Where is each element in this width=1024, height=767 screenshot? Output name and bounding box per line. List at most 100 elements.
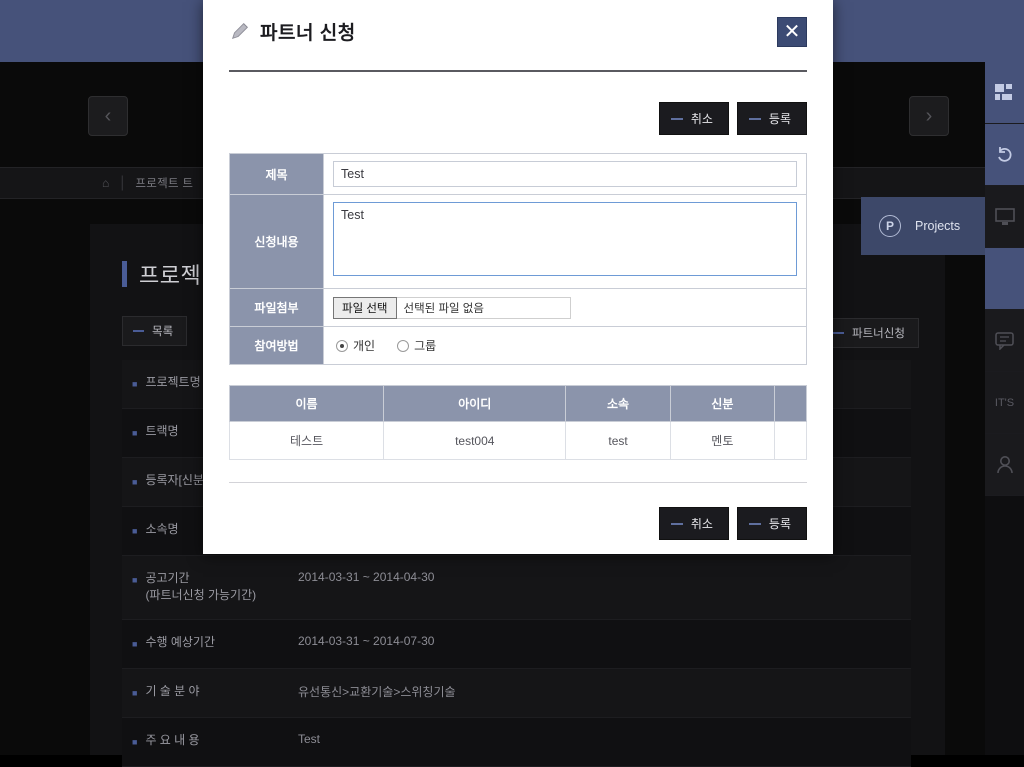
form-row-join-method: 참여방법 개인 그룹	[230, 327, 807, 365]
radio-option-individual[interactable]: 개인	[336, 337, 375, 354]
chat-icon	[995, 332, 1015, 350]
rail-item-grid[interactable]	[985, 62, 1024, 124]
form-row-content: 신청내용 Test	[230, 195, 807, 289]
detail-row-label-text: 등록자[신분]	[145, 472, 207, 492]
rail-item-its[interactable]: IT'S	[985, 372, 1024, 434]
cancel-label: 취소	[691, 110, 713, 127]
bullet-icon: ■	[132, 423, 137, 443]
detail-row: ■ 수행 예상기간 2014-03-31 ~ 2014-07-30	[122, 620, 911, 669]
cancel-button-top[interactable]: 취소	[659, 102, 729, 135]
bullet-icon: ■	[132, 472, 137, 492]
carousel-prev-arrow[interactable]: ‹	[88, 96, 128, 136]
detail-row-label: ■ 기 술 분 야	[122, 669, 282, 717]
detail-row: ■주 요 내 용Test	[122, 718, 911, 767]
detail-row-label-text: 소속명	[145, 521, 178, 541]
detail-row-label: ■공고기간(파트너신청 가능기간)	[122, 556, 282, 619]
table-cell: test	[566, 422, 670, 460]
radio-label-group: 그룹	[414, 337, 436, 354]
radio-option-group[interactable]: 그룹	[397, 337, 436, 354]
dash-icon	[671, 118, 683, 120]
table-cell: 멘토	[670, 422, 774, 460]
title-field-label: 제목	[230, 154, 324, 195]
bullet-icon: ■	[132, 521, 137, 541]
projects-flyout[interactable]: P Projects	[861, 197, 985, 255]
rail-item-chat[interactable]	[985, 310, 1024, 372]
bullet-icon: ■	[132, 634, 137, 654]
detail-row-label: ■ 수행 예상기간	[122, 620, 282, 668]
table-header-cell-action	[775, 386, 807, 422]
form-row-title: 제목	[230, 154, 807, 195]
submit-button-bottom[interactable]: 등록	[737, 507, 807, 540]
rail-item-undo[interactable]	[985, 124, 1024, 186]
table-header-row: 이름아이디소속신분	[230, 386, 807, 422]
partner-apply-label: 파트너신청	[852, 325, 905, 341]
list-button[interactable]: 목록	[122, 316, 187, 346]
table-header-cell: 아이디	[384, 386, 566, 422]
detail-row-label-text: 프로젝트명	[145, 374, 200, 394]
close-icon[interactable]: ✕	[777, 17, 807, 47]
radio-label-individual: 개인	[353, 337, 375, 354]
home-icon[interactable]: ⌂	[102, 176, 109, 190]
bullet-icon: ■	[132, 683, 137, 703]
projects-circle-p-icon: P	[879, 215, 901, 237]
table-header-cell: 신분	[670, 386, 774, 422]
detail-row-label: ■주 요 내 용	[122, 718, 282, 766]
file-input[interactable]: 파일 선택 선택된 파일 없음	[333, 297, 571, 319]
submit-button-top[interactable]: 등록	[737, 102, 807, 135]
projects-flyout-label: Projects	[915, 219, 960, 233]
join-method-radio-group: 개인 그룹	[333, 334, 797, 357]
partner-apply-button[interactable]: 파트너신청	[822, 318, 919, 348]
breadcrumb-label[interactable]: 프로젝트 트	[135, 175, 193, 191]
detail-row-label-text: 트랙명	[145, 423, 178, 443]
detail-row-value: 2014-03-31 ~ 2014-07-30	[282, 620, 911, 668]
rail-item-projects[interactable]	[985, 248, 1024, 310]
bullet-icon: ■	[132, 570, 137, 605]
its-label: IT'S	[995, 397, 1014, 409]
modal-title: 파트너 신청	[260, 18, 356, 45]
dash-icon	[833, 332, 844, 334]
table-row: 테스트test004test멘토	[230, 422, 807, 460]
modal-divider	[229, 70, 807, 72]
list-button-label: 목록	[152, 323, 173, 339]
detail-row: ■공고기간(파트너신청 가능기간)2014-03-31 ~ 2014-04-30	[122, 556, 911, 620]
monitor-icon	[995, 208, 1015, 226]
detail-row-label-text: 주 요 내 용	[145, 732, 199, 752]
undo-icon	[995, 145, 1015, 165]
title-input[interactable]	[333, 161, 797, 187]
title-accent-bar	[122, 261, 127, 287]
rail-item-person[interactable]	[985, 434, 1024, 496]
grid-icon	[995, 83, 1014, 102]
partner-apply-modal: 파트너 신청 ✕ 취소 등록 제목 신청내용 Test 파일첨부	[203, 0, 833, 554]
dash-icon	[749, 523, 761, 525]
form-row-file: 파일첨부 파일 선택 선택된 파일 없음	[230, 289, 807, 327]
page-title-text: 프로젝	[139, 258, 201, 290]
member-table: 이름아이디소속신분테스트test004test멘토	[229, 385, 807, 460]
person-icon	[996, 455, 1014, 474]
modal-top-actions: 취소 등록	[229, 102, 807, 135]
table-header-cell: 소속	[566, 386, 670, 422]
cancel-button-bottom[interactable]: 취소	[659, 507, 729, 540]
file-field-label: 파일첨부	[230, 289, 324, 327]
detail-row-label-text: 공고기간(파트너신청 가능기간)	[145, 570, 256, 605]
choose-file-button[interactable]: 파일 선택	[333, 297, 397, 319]
application-form: 제목 신청내용 Test 파일첨부 파일 선택 선택된 파일 없음 참여방법	[229, 153, 807, 365]
detail-row-value: Test	[282, 718, 911, 766]
rail-item-monitor[interactable]	[985, 186, 1024, 248]
content-textarea[interactable]: Test	[333, 202, 797, 276]
bottom-divider	[229, 482, 807, 483]
carousel-next-arrow[interactable]: ›	[909, 96, 949, 136]
table-cell-action[interactable]	[775, 422, 807, 460]
pencil-icon	[229, 20, 251, 42]
dash-icon	[671, 523, 683, 525]
content-field-label: 신청내용	[230, 195, 324, 289]
detail-row-value: 유선통신>교환기술>스위칭기술	[282, 669, 911, 717]
table-cell: test004	[384, 422, 566, 460]
detail-row-label-text: 수행 예상기간	[145, 634, 215, 654]
detail-row-label-text: 기 술 분 야	[145, 683, 199, 703]
dash-icon	[133, 330, 144, 332]
right-rail: IT'S	[985, 62, 1024, 755]
submit-label: 등록	[769, 515, 791, 532]
table-header-cell: 이름	[230, 386, 384, 422]
file-status-text: 선택된 파일 없음	[397, 297, 571, 319]
detail-row-value: 2014-03-31 ~ 2014-04-30	[282, 556, 911, 619]
